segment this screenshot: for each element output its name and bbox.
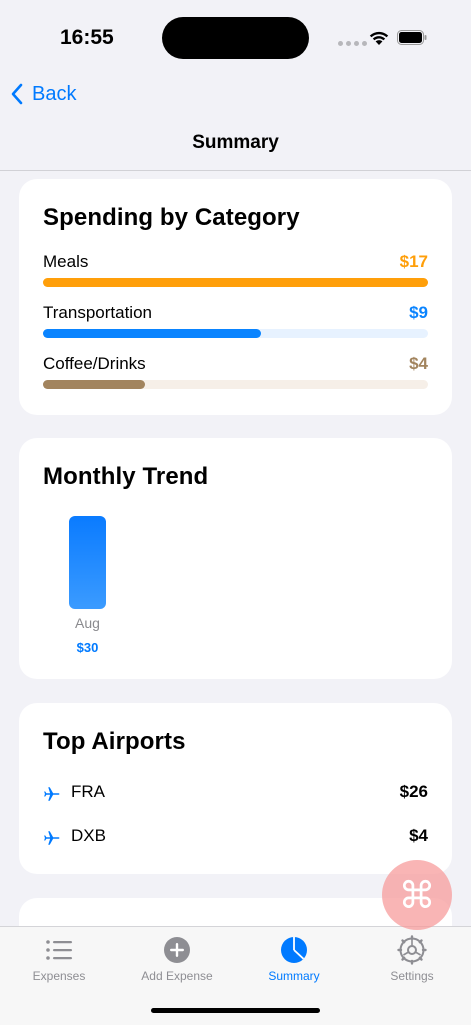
plus-circle-icon [164,937,190,963]
tab-add-expense[interactable]: Add Expense [118,927,236,999]
monthly-trend-title: Monthly Trend [43,463,209,490]
chevron-left-icon [11,83,23,105]
battery-icon [397,30,427,45]
tab-summary[interactable]: Summary [235,927,353,999]
list-icon [46,940,72,960]
status-time: 16:55 [60,26,114,49]
airport-code: DXB [71,826,106,845]
category-progress-track [43,278,428,287]
command-icon: ⌘ [398,873,436,917]
spending-card-title: Spending by Category [43,204,300,231]
tab-expenses[interactable]: Expenses [0,927,118,999]
category-row-coffee-drinks: Coffee/Drinks $4 [43,354,428,394]
category-row-meals: Meals $17 [43,252,428,292]
category-progress-track [43,329,428,338]
airport-amount: $26 [399,782,428,801]
trend-value-label: $30 [76,640,99,655]
airplane-icon [44,831,60,845]
dynamic-island [162,17,309,59]
category-name: Coffee/Drinks [43,354,146,373]
category-progress-fill [43,329,261,338]
back-label: Back [32,82,77,105]
gear-icon [397,935,427,965]
airport-row-fra: FRA $26 [43,782,428,806]
category-progress-track [43,380,428,389]
category-progress-fill [43,380,146,389]
monthly-trend-card: Monthly Trend Aug $30 [19,438,452,679]
back-button[interactable]: Back [10,79,76,109]
category-row-transportation: Transportation $9 [43,303,428,343]
tab-label: Expenses [32,969,86,983]
tab-label: Summary [268,969,320,983]
chart-pie-icon [281,937,307,963]
category-amount: $4 [409,354,428,373]
command-fab-button[interactable]: ⌘ [382,860,452,930]
category-name: Meals [43,252,89,271]
tab-label: Add Expense [141,969,213,983]
category-progress-fill [43,278,428,287]
airport-amount: $4 [409,826,428,845]
spending-by-category-card: Spending by Category Meals $17 Transport… [19,179,452,415]
page-title: Summary [192,132,279,153]
category-amount: $9 [409,303,428,322]
top-airports-title: Top Airports [43,728,186,755]
wifi-icon [369,31,389,45]
trend-month-label: Aug [75,615,100,631]
airport-code: FRA [71,782,105,801]
tab-settings[interactable]: Settings [353,927,471,999]
trend-bar-aug [69,516,106,609]
home-indicator [151,1008,320,1013]
airplane-icon [44,787,60,801]
category-amount: $17 [399,252,428,271]
top-airports-card: Top Airports FRA $26 DXB $4 [19,703,452,874]
status-bar: 16:55 [0,0,471,70]
navigation-bar: Back Summary [0,70,471,171]
airport-row-dxb: DXB $4 [43,826,428,850]
category-name: Transportation [43,303,152,322]
cellular-signal-icon [338,41,367,46]
tab-label: Settings [390,969,434,983]
